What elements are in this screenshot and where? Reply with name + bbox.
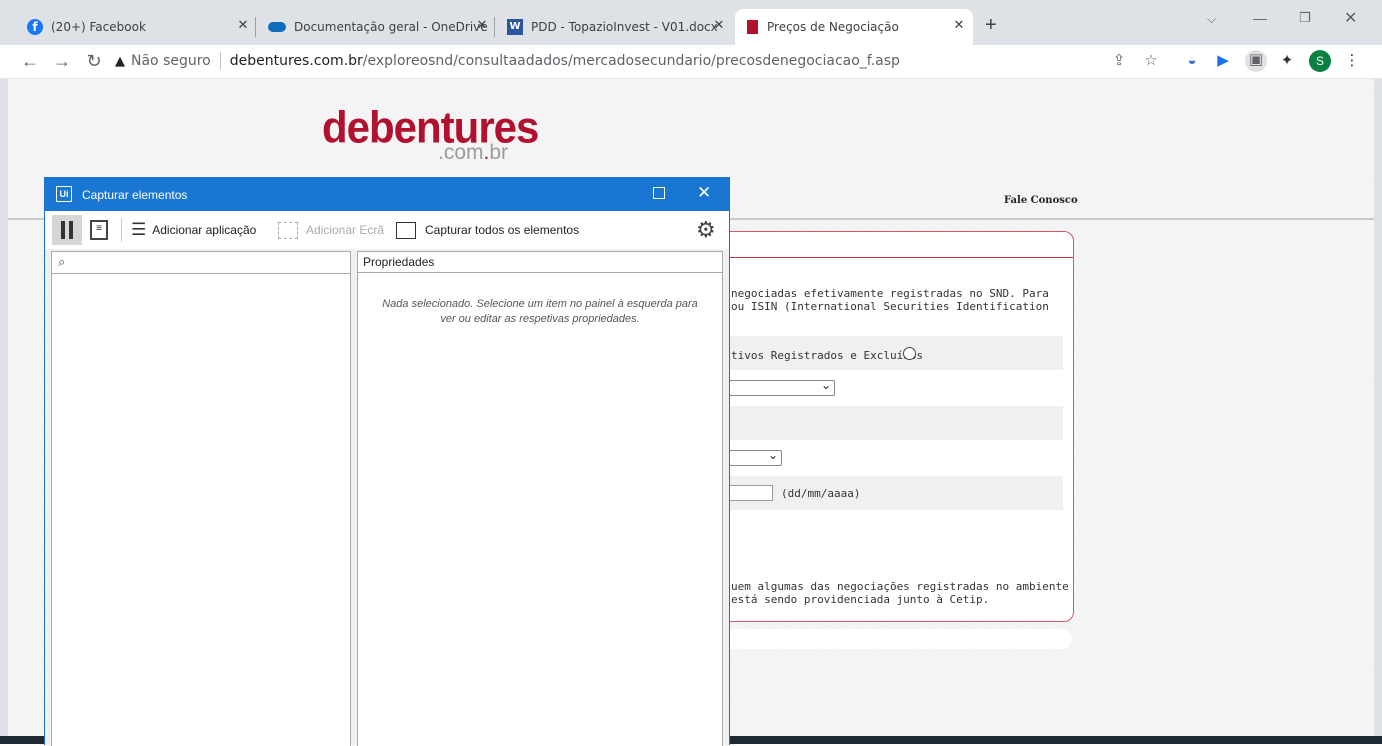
extension-icon[interactable]: ◒	[1182, 51, 1202, 71]
tab-separator	[255, 17, 256, 37]
tab-onedrive[interactable]: Documentação geral - OneDrive ✕	[258, 9, 496, 45]
tab-title: Preços de Negociação	[767, 20, 899, 34]
date-format-hint: (dd/mm/aaaa)	[781, 487, 861, 500]
puzzle-icon[interactable]: ✦	[1277, 51, 1297, 71]
save-button[interactable]: ≡	[90, 211, 108, 249]
warning-icon: ▲	[115, 53, 125, 69]
site-logo-sub: .com.br	[438, 141, 508, 165]
form-row: tivos Registrados e Excluídos	[701, 336, 1063, 370]
url-host: debentures.com.br	[229, 53, 363, 69]
form-row: (dd/mm/aaaa)	[701, 476, 1063, 510]
radio-label: tivos Registrados e Excluídos	[731, 349, 924, 362]
elements-tree-pane: ⌕	[51, 251, 351, 746]
security-label: Não seguro	[131, 53, 211, 69]
add-application-label: Adicionar aplicação	[152, 223, 257, 237]
close-tab-icon[interactable]: ✕	[711, 18, 727, 34]
maximize-icon[interactable]	[653, 187, 665, 199]
close-tab-icon[interactable]: ✕	[235, 18, 251, 34]
intro-text-line1: negociadas efetivamente registradas no S…	[731, 287, 1049, 300]
empty-selection-message: Nada selecionado. Selecione um item no p…	[382, 298, 698, 325]
capture-all-label: Capturar todos os elementos	[425, 223, 580, 237]
tab-strip: f (20+) Facebook ✕ Documentação geral - …	[0, 0, 1382, 45]
dialog-title: Capturar elementos	[82, 188, 188, 202]
bookmark-star-icon[interactable]: ☆	[1141, 51, 1161, 71]
browser-toolbar: ← → ↻ ▲ Não seguro debentures.com.br/exp…	[0, 45, 1382, 79]
uipath-extension-icon[interactable]: ▣	[1245, 50, 1267, 72]
chevron-down-icon: ⌄	[767, 448, 778, 462]
onedrive-icon	[268, 22, 286, 32]
note-text-line2: está sendo providenciada junto à Cetip.	[731, 593, 990, 606]
type-select[interactable]: ⌄	[729, 378, 835, 396]
footer-bar	[700, 629, 1072, 649]
close-tab-icon[interactable]: ✕	[474, 18, 490, 34]
properties-header: Propriedades	[358, 252, 722, 273]
settings-gear-icon[interactable]: ⚙	[696, 211, 716, 249]
window-edge-right	[1374, 79, 1382, 744]
uipath-logo-icon: Ui	[56, 186, 72, 202]
window-edge-left	[0, 79, 8, 744]
tab-facebook[interactable]: f (20+) Facebook ✕	[17, 9, 257, 45]
add-screen-label: Adicionar Ecrã	[306, 223, 385, 237]
close-tab-icon[interactable]: ✕	[951, 18, 967, 34]
add-screen-icon	[278, 221, 298, 239]
date-input[interactable]	[729, 485, 773, 501]
reload-icon[interactable]: ↻	[83, 50, 105, 72]
forward-icon[interactable]: →	[51, 50, 73, 72]
url-path: /exploreosnd/consultaadados/mercadosecun…	[362, 53, 900, 69]
omni-divider	[219, 52, 221, 70]
properties-pane: Propriedades Nada selecionado. Selecione…	[357, 251, 723, 746]
capture-elements-dialog: Ui Capturar elementos ✕ ≡ ☰ Adicionar ap…	[44, 177, 730, 746]
chevron-down-icon: ⌄	[820, 378, 831, 392]
toolbar-separator	[121, 218, 122, 242]
add-screen-button[interactable]: Adicionar Ecrã	[278, 211, 384, 249]
form-row	[701, 406, 1063, 440]
word-icon: W	[507, 19, 523, 35]
add-application-button[interactable]: ☰ Adicionar aplicação	[131, 211, 256, 249]
window-close-icon[interactable]: ✕	[1344, 8, 1357, 28]
logo-sub-post: br	[489, 141, 509, 164]
share-icon[interactable]: ⇪	[1109, 51, 1129, 71]
tree-search-input[interactable]: ⌕	[52, 252, 350, 274]
tab-title: (20+) Facebook	[51, 20, 146, 34]
nav-contact-link[interactable]: Fale Conosco	[1004, 195, 1078, 206]
save-icon: ≡	[90, 220, 108, 240]
back-icon[interactable]: ←	[19, 50, 41, 72]
menu-icon[interactable]: ⋮	[1342, 51, 1362, 71]
capture-all-button[interactable]: Capturar todos os elementos	[396, 211, 579, 249]
intro-text-line2: ou ISIN (International Securities Identi…	[731, 300, 1049, 313]
query-form-card: negociadas efetivamente registradas no S…	[700, 231, 1074, 622]
play-extension-icon[interactable]: ▶	[1213, 51, 1233, 71]
logo-sub-pre: .com	[438, 141, 484, 164]
dialog-titlebar[interactable]: Ui Capturar elementos ✕	[45, 178, 729, 211]
new-tab-button[interactable]: +	[985, 14, 997, 37]
dialog-toolbar: ≡ ☰ Adicionar aplicação Adicionar Ecrã C…	[45, 211, 729, 249]
debentures-favicon	[747, 20, 758, 34]
close-icon[interactable]: ✕	[697, 183, 711, 203]
period-select[interactable]: ⌄	[729, 448, 782, 466]
pause-button[interactable]	[52, 215, 82, 245]
tab-title: Documentação geral - OneDrive	[294, 20, 488, 34]
radio-button[interactable]	[903, 347, 916, 360]
address-bar[interactable]: ▲ Não seguro debentures.com.br/exploreos…	[115, 48, 1175, 74]
tab-word[interactable]: W PDD - TopazioInvest - V01.docx ✕	[497, 9, 733, 45]
card-header-line	[701, 257, 1073, 258]
tab-title: PDD - TopazioInvest - V01.docx	[531, 20, 718, 34]
facebook-icon: f	[27, 19, 43, 35]
tab-precos[interactable]: Preços de Negociação ✕	[735, 9, 973, 45]
tab-search-icon[interactable]: ⌵	[1207, 12, 1216, 27]
search-icon: ⌕	[58, 254, 66, 269]
capture-all-icon	[396, 221, 416, 239]
restore-icon[interactable]: ❐	[1299, 10, 1311, 26]
note-text-line1: uem algumas das negociações registradas …	[731, 580, 1069, 593]
minimize-icon[interactable]: —	[1253, 10, 1267, 26]
add-app-icon: ☰	[131, 220, 147, 239]
profile-avatar[interactable]: S	[1309, 50, 1331, 72]
tab-separator	[494, 17, 495, 37]
